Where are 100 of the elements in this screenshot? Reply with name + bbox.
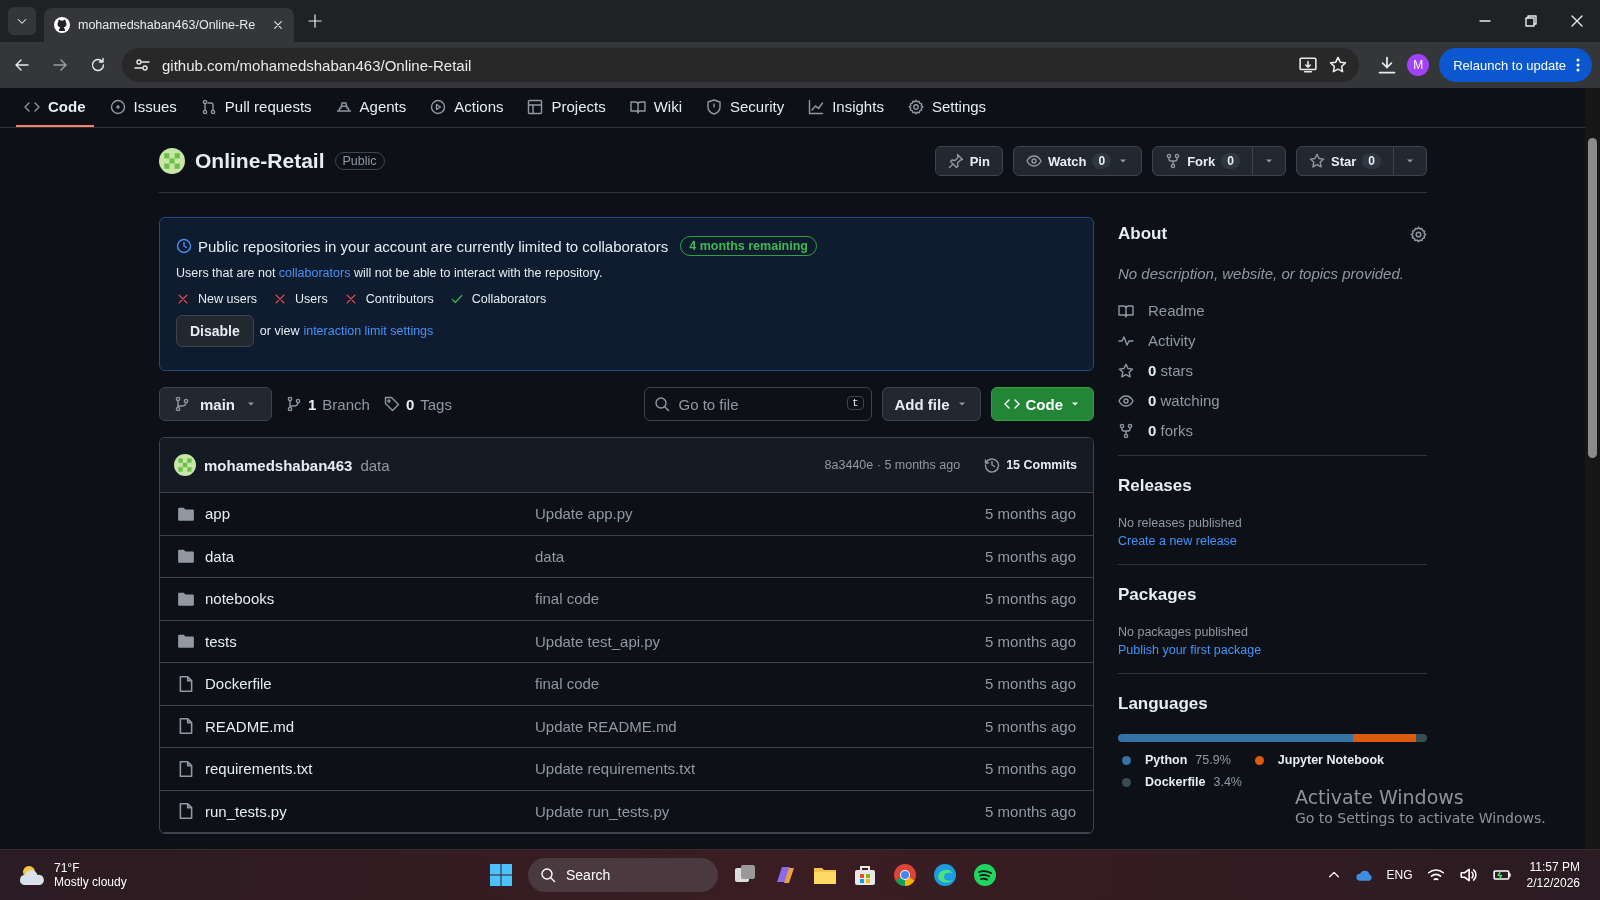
- commit-time: 5 months ago: [985, 590, 1076, 608]
- repo-action-button[interactable]: Star 0: [1296, 146, 1394, 176]
- commit-message-link[interactable]: Update README.md: [535, 717, 986, 735]
- about-link[interactable]: Readme: [1148, 302, 1205, 319]
- branch-icon: [286, 396, 302, 412]
- about-link[interactable]: 0 stars: [1148, 362, 1194, 379]
- clock-date[interactable]: 2/12/2026: [1526, 875, 1580, 891]
- weather-icon: [18, 863, 46, 887]
- branches-link[interactable]: 1 Branch: [286, 395, 370, 413]
- file-name-link[interactable]: Dockerfile: [205, 675, 535, 693]
- section-heading: Packages: [1118, 585, 1198, 605]
- tab-search-button[interactable]: [8, 7, 36, 35]
- empty-text: No packages published: [1118, 625, 1249, 639]
- eye-icon: [1118, 392, 1134, 409]
- restriction-label: Collaborators: [471, 292, 547, 306]
- about-link[interactable]: 0 forks: [1148, 422, 1194, 439]
- file-name-link[interactable]: tests: [205, 632, 535, 650]
- author-link[interactable]: mohamedshaban463: [204, 456, 353, 474]
- language-name[interactable]: Jupyter Notebook: [1277, 753, 1385, 767]
- repo-tab[interactable]: Settings: [899, 88, 995, 127]
- count-badge: 0: [1362, 153, 1381, 169]
- address-bar[interactable]: github.com/mohamedshaban463/Online-Retail: [122, 48, 1360, 82]
- start-icon[interactable]: [488, 862, 514, 888]
- add-file-button[interactable]: Add file: [881, 387, 981, 421]
- graph-icon: [808, 98, 825, 115]
- disable-button[interactable]: Disable: [176, 315, 254, 347]
- history-icon: [984, 457, 1001, 473]
- commit-time: 5 months ago: [985, 505, 1076, 523]
- clock-icon: [176, 238, 192, 254]
- repo-tab[interactable]: Insights: [800, 88, 892, 127]
- clock-time[interactable]: 11:57 PM: [1526, 859, 1580, 875]
- commit-time: 5 months ago: [985, 717, 1076, 735]
- commit-message-link[interactable]: Update app.py: [535, 505, 986, 523]
- helper-text: or view: [259, 324, 300, 338]
- close-icon[interactable]: [272, 19, 284, 31]
- eye-icon: [1025, 153, 1042, 169]
- commit-message-link[interactable]: Update test_api.py: [535, 632, 986, 650]
- commit-time: 5 months ago: [985, 802, 1076, 820]
- commit-message-link[interactable]: final code: [535, 675, 986, 693]
- file-name-link[interactable]: notebooks: [205, 590, 535, 608]
- about-link[interactable]: Activity: [1148, 332, 1196, 349]
- repo-tab[interactable]: Code: [16, 88, 94, 127]
- commit-time: 5 months ago: [985, 760, 1076, 778]
- avatar: [174, 454, 196, 476]
- repo-tab[interactable]: Issues: [101, 88, 185, 127]
- settings-icon[interactable]: [1410, 225, 1427, 243]
- install-icon[interactable]: [1299, 56, 1318, 74]
- commit-time: 5 months ago: [985, 632, 1076, 650]
- code-button[interactable]: Code: [990, 387, 1094, 421]
- commits-link[interactable]: 15 Commits: [984, 457, 1077, 473]
- pin-icon: [947, 153, 964, 169]
- tag-icon: [383, 396, 400, 412]
- commit-message-link[interactable]: Update requirements.txt: [535, 760, 986, 778]
- bookmark-star-icon[interactable]: [1329, 56, 1348, 74]
- site-settings-icon: [134, 57, 150, 73]
- branch-selector[interactable]: main: [159, 387, 272, 421]
- section-heading: Releases: [1118, 476, 1193, 496]
- commit-message-link[interactable]: data: [360, 456, 390, 474]
- repo-tab[interactable]: Projects: [519, 88, 614, 127]
- commit-message-link[interactable]: final code: [535, 590, 986, 608]
- file-name-link[interactable]: app: [205, 505, 535, 523]
- repo-tab[interactable]: Pull requests: [192, 88, 320, 127]
- fork-icon: [1118, 422, 1134, 439]
- file-name-link[interactable]: data: [205, 547, 535, 565]
- browser-tab[interactable]: mohamedshaban463/Online-Re: [44, 8, 294, 42]
- repo-tab[interactable]: Agents: [327, 88, 415, 127]
- tags-link[interactable]: 0 Tags: [383, 395, 452, 413]
- commit-time: 5 months ago: [985, 675, 1076, 693]
- repo-tab[interactable]: Wiki: [621, 88, 690, 127]
- repo-action-button[interactable]: Pin: [934, 146, 1003, 176]
- file-name-link[interactable]: README.md: [205, 717, 535, 735]
- download-icon[interactable]: [1377, 55, 1398, 75]
- commit-message-link[interactable]: Update run_tests.py: [535, 802, 986, 820]
- file-name-link[interactable]: run_tests.py: [205, 802, 535, 820]
- collaborators-link[interactable]: collaborators: [278, 266, 351, 280]
- scrollbar[interactable]: [1585, 88, 1600, 849]
- relaunch-button[interactable]: Relaunch to update: [1439, 48, 1592, 82]
- repo-action-button[interactable]: Fork 0: [1152, 146, 1253, 176]
- language-name[interactable]: Dockerfile: [1145, 775, 1206, 789]
- description-text: No description, website, or topics provided.: [1118, 265, 1405, 282]
- language-name[interactable]: Python: [1145, 753, 1188, 767]
- repo-tab[interactable]: Actions: [422, 88, 512, 127]
- publish-package-link[interactable]: Publish your first package: [1118, 643, 1262, 657]
- commit-message-link[interactable]: data: [535, 547, 986, 565]
- about-link[interactable]: 0 watching: [1148, 392, 1220, 409]
- repo-action-button[interactable]: Watch 0: [1012, 146, 1143, 176]
- commit-hash-time[interactable]: 8a3440e · 5 months ago: [824, 458, 961, 472]
- repo-tab[interactable]: Security: [698, 88, 793, 127]
- profile-avatar[interactable]: M: [1407, 54, 1430, 76]
- settings-link[interactable]: interaction limit settings: [303, 324, 434, 338]
- weather-text: Mostly cloudy: [54, 875, 127, 889]
- new-tab-icon[interactable]: [308, 14, 322, 28]
- create-release-link[interactable]: Create a new release: [1118, 534, 1237, 548]
- volume-icon[interactable]: [1458, 866, 1477, 884]
- file-name-link[interactable]: requirements.txt: [205, 760, 535, 778]
- taskbar-search[interactable]: Search: [528, 858, 718, 892]
- input-language[interactable]: ENG: [1386, 868, 1413, 882]
- table-icon: [527, 98, 544, 115]
- notice-title: Public repositories in your account are currently limited to collaborators: [198, 237, 669, 255]
- temperature: 71°F: [54, 861, 81, 875]
